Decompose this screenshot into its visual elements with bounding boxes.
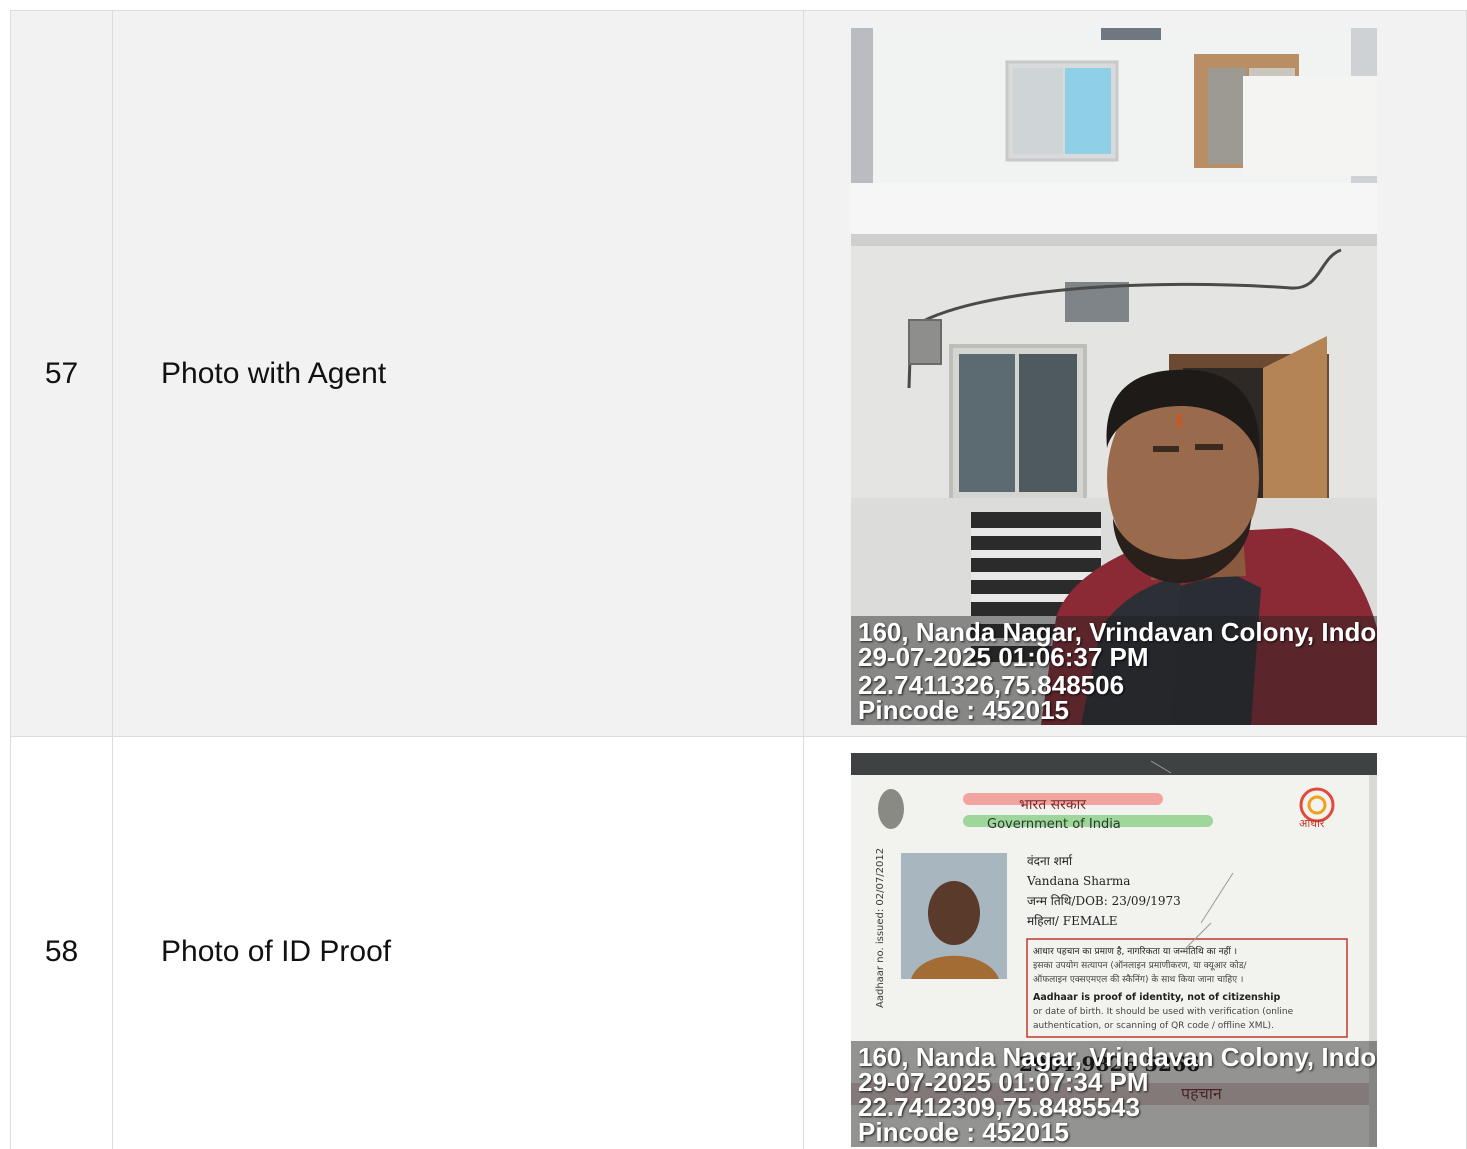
table-row: 58 Photo of ID Proof भारत सरकार Governme… xyxy=(10,736,1467,1149)
photo-cell: 160, Nanda Nagar, Vrindavan Colony, Indo… xyxy=(803,10,1467,737)
card-logo-text: आधार xyxy=(1299,817,1325,830)
card-dob: जन्म तिथि/DOB: 23/09/1973 xyxy=(1027,894,1181,908)
photo-datetime: 29-07-2025 01:06:37 PM xyxy=(858,642,1149,672)
card-notice-hindi-2: इसका उपयोग सत्यापन (ऑनलाइन प्रमाणीकरण, य… xyxy=(1033,959,1248,971)
photo-geotag-overlay: 160, Nanda Nagar, Vrindavan Colony, Indo… xyxy=(851,1041,1377,1147)
card-gender: महिला/ FEMALE xyxy=(1027,914,1118,928)
card-notice-en-3: authentication, or scanning of QR code /… xyxy=(1033,1021,1274,1031)
agent-photo[interactable]: 160, Nanda Nagar, Vrindavan Colony, Indo… xyxy=(851,28,1377,725)
photo-pincode: Pincode : 452015 xyxy=(858,1117,1069,1147)
card-notice-hindi-1: आधार पहचान का प्रमाण है, नागरिकता या जन्… xyxy=(1033,945,1237,957)
table-row: 57 Photo with Agent 160, Nanda Nagar, Vr… xyxy=(10,10,1467,737)
report-page: 57 Photo with Agent 160, Nanda Nagar, Vr… xyxy=(0,0,1467,1149)
verification-photo-table: 57 Photo with Agent 160, Nanda Nagar, Vr… xyxy=(10,10,1467,1149)
card-notice-hindi-3: ऑफलाइन एक्सएमएल की स्कैनिंग) के साथ किया… xyxy=(1033,973,1243,985)
card-issuer-hindi: भारत सरकार xyxy=(1019,797,1086,813)
row-label: Photo of ID Proof xyxy=(112,736,804,1149)
row-number: 58 xyxy=(10,736,113,1149)
row-number: 57 xyxy=(10,10,113,737)
card-issued-date: Aadhaar no. issued: 02/07/2012 xyxy=(875,848,886,1008)
card-issuer-english: Government of India xyxy=(987,817,1121,832)
card-name-hindi: वंदना शर्मा xyxy=(1027,854,1073,868)
card-notice-en-2: or date of birth. It should be used with… xyxy=(1033,1007,1294,1017)
photo-cell: भारत सरकार Government of India आधार Aadh… xyxy=(803,736,1467,1149)
photo-pincode: Pincode : 452015 xyxy=(858,695,1069,725)
row-label: Photo with Agent xyxy=(112,10,804,737)
card-notice-en-1: Aadhaar is proof of identity, not of cit… xyxy=(1033,992,1280,1003)
id-proof-photo[interactable]: भारत सरकार Government of India आधार Aadh… xyxy=(851,753,1377,1147)
card-name-english: Vandana Sharma xyxy=(1026,874,1130,888)
photo-geotag-overlay: 160, Nanda Nagar, Vrindavan Colony, Indo… xyxy=(851,616,1377,725)
